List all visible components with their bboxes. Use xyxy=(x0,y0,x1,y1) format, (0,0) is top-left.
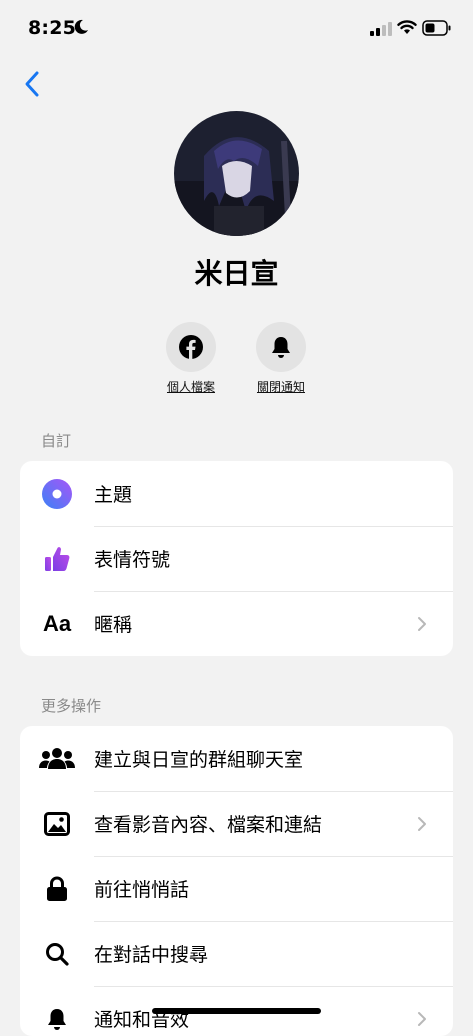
view-media-row[interactable]: 查看影音內容、檔案和連結 xyxy=(20,791,453,856)
nickname-row[interactable]: Aa 暱稱 xyxy=(20,591,453,656)
search-icon xyxy=(46,942,69,966)
home-indicator[interactable] xyxy=(152,1008,321,1014)
lock-icon xyxy=(47,876,67,901)
view-media-label: 查看影音內容、檔案和連結 xyxy=(94,814,323,836)
status-bar: 8:25 xyxy=(0,0,473,56)
battery-icon xyxy=(422,20,451,36)
profile-action-label: 個人檔案 xyxy=(166,380,215,394)
nickname-label: 暱稱 xyxy=(94,614,133,636)
chevron-right-icon xyxy=(418,1011,426,1026)
image-icon xyxy=(44,811,70,836)
theme-row[interactable]: 主題 xyxy=(20,461,453,526)
moon-icon xyxy=(74,19,88,34)
secret-chat-row[interactable]: 前往悄悄話 xyxy=(20,856,453,921)
theme-icon xyxy=(42,478,72,509)
section-title-more: 更多操作 xyxy=(41,697,102,715)
signal-icon xyxy=(370,22,392,36)
more-actions-card: 建立與日宣的群組聊天室 查看影音內容、檔案和連結 前往悄悄話 在對話中搜尋 通知… xyxy=(20,726,453,1036)
chevron-right-icon xyxy=(418,616,426,631)
section-title-customize: 自訂 xyxy=(41,432,72,450)
search-chat-label: 在對話中搜尋 xyxy=(94,944,209,966)
profile-action-button[interactable] xyxy=(166,322,216,372)
profile-name: 米日宣 xyxy=(194,257,279,290)
create-group-label: 建立與日宣的群組聊天室 xyxy=(94,749,304,771)
theme-label: 主題 xyxy=(94,484,133,506)
bell-icon xyxy=(48,1008,66,1030)
mute-action-label: 關閉通知 xyxy=(256,380,305,394)
status-time: 8:25 xyxy=(28,17,77,39)
emoji-row[interactable]: 表情符號 xyxy=(20,526,453,591)
secret-chat-label: 前往悄悄話 xyxy=(94,879,190,901)
profile-action[interactable]: 個人檔案 xyxy=(141,322,241,395)
mute-action[interactable]: 關閉通知 xyxy=(231,322,331,395)
chevron-right-icon xyxy=(418,816,426,831)
facebook-icon xyxy=(179,335,203,359)
back-chevron-icon[interactable] xyxy=(20,70,46,98)
create-group-row[interactable]: 建立與日宣的群組聊天室 xyxy=(20,726,453,791)
mute-action-button[interactable] xyxy=(256,322,306,372)
avatar xyxy=(174,111,299,236)
text-aa-icon: Aa xyxy=(42,610,72,636)
emoji-label: 表情符號 xyxy=(94,549,171,571)
wifi-icon xyxy=(397,20,417,34)
search-chat-row[interactable]: 在對話中搜尋 xyxy=(20,921,453,986)
bell-icon xyxy=(272,337,290,358)
thumbs-up-icon xyxy=(45,546,70,571)
group-icon xyxy=(39,747,75,769)
customize-card: 主題 表情符號 Aa 暱稱 xyxy=(20,461,453,656)
